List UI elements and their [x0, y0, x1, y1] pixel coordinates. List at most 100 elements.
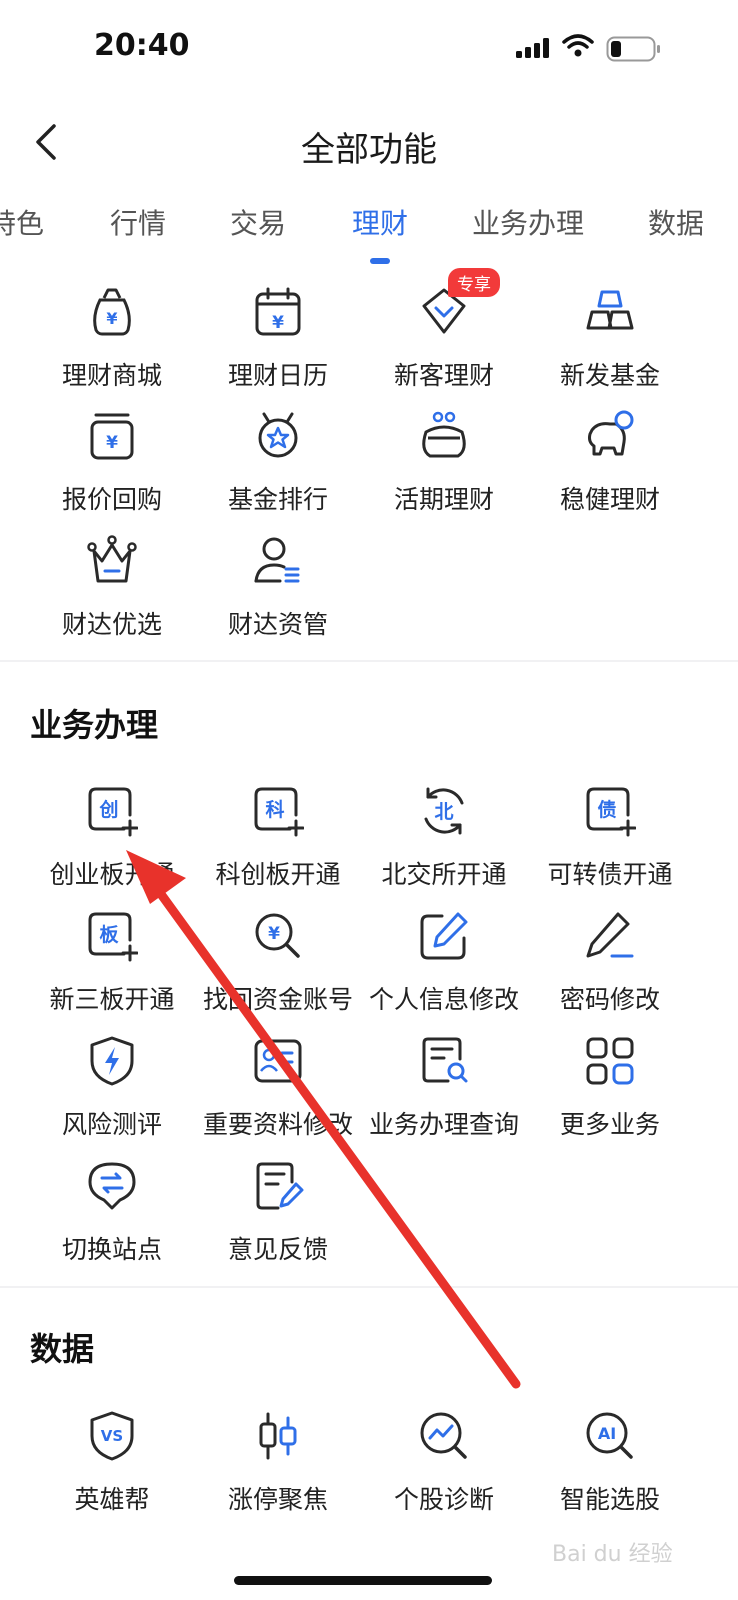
grid-item-limit-up-focus[interactable]: 涨停聚焦 [194, 1410, 362, 1528]
section-title-business: 业务办理 [30, 706, 159, 744]
grid-item-important-info-edit[interactable]: 重要资料修改 [194, 1035, 362, 1153]
home-indicator[interactable] [234, 1576, 492, 1585]
battery-icon [606, 36, 660, 62]
id-card-icon [254, 1039, 302, 1083]
grid-item-switch-site[interactable]: 切换站点 [28, 1160, 196, 1278]
edit-square-icon [420, 912, 468, 960]
grid-item-label: 切换站点 [61, 1235, 162, 1264]
icon-glyph: 科 [265, 798, 284, 821]
grid-item-label: 理财日历 [227, 361, 328, 390]
grid-item-label: 个股诊断 [393, 1485, 494, 1514]
tab-market[interactable]: 行情 [110, 202, 166, 242]
grid-item-label: 业务办理查询 [368, 1110, 519, 1139]
page-title: 全部功能 [301, 130, 437, 170]
grid-item-risk-assessment[interactable]: 风险测评 [28, 1035, 196, 1153]
grid-item-label: 北交所开通 [381, 860, 507, 889]
chart-magnifier-icon [420, 1412, 467, 1459]
section-divider [0, 1286, 738, 1288]
grid-item-star-market-open[interactable]: 科 科创板开通 [194, 785, 362, 903]
icon-glyph: 北 [434, 801, 453, 823]
svg-text:¥: ¥ [106, 309, 117, 328]
status-bar: 20:40 [0, 0, 738, 100]
grid-item-label: 稳健理财 [559, 485, 660, 514]
chuang-plus-icon: 创 [88, 787, 138, 837]
grid-item-convertible-bond-open[interactable]: 债 可转债开通 [526, 785, 694, 903]
tab-data[interactable]: 数据 [648, 202, 704, 242]
grid-item-new-client-wealth[interactable]: 新客理财 专享 [360, 268, 528, 404]
doc-edit-icon [256, 1162, 304, 1210]
grid-item-label: 重要资料修改 [202, 1110, 353, 1139]
purse-icon [422, 411, 466, 458]
grid-item-stable-wealth[interactable]: 稳健理财 [526, 410, 694, 528]
grid-item-recover-account[interactable]: ¥ 找回资金账号 [194, 910, 362, 1028]
grid-item-wealth-mall[interactable]: ¥ 理财商城 [28, 286, 196, 404]
grid-item-label: 基金排行 [227, 485, 328, 514]
active-tab-indicator [370, 258, 390, 264]
person-list-icon [254, 537, 300, 583]
grid-item-current-wealth[interactable]: 活期理财 [360, 410, 528, 528]
pencil-icon [586, 912, 634, 958]
icon-glyph: VS [101, 1427, 123, 1445]
grid-item-caida-select[interactable]: 财达优选 [28, 535, 196, 653]
grid-item-label: 报价回购 [61, 485, 162, 514]
money-bag-icon: ¥ [93, 288, 131, 336]
tray-yuan-icon: ¥ [90, 413, 134, 460]
tab-trade[interactable]: 交易 [230, 202, 286, 242]
grid-item-label: 理财商城 [61, 361, 162, 390]
grid-item-feedback[interactable]: 意见反馈 [194, 1160, 362, 1278]
tab-business[interactable]: 业务办理 [472, 202, 584, 242]
status-time: 20:40 [94, 28, 190, 63]
grid-item-label: 意见反馈 [227, 1235, 328, 1264]
icon-glyph: 板 [99, 923, 119, 946]
ke-plus-icon: 科 [254, 787, 304, 837]
tab-wealth[interactable]: 理财 [352, 202, 408, 242]
grid-item-fund-ranking[interactable]: 基金排行 [194, 410, 362, 528]
grid-item-label: 英雄帮 [74, 1485, 150, 1514]
grid-item-caida-asset-mgmt[interactable]: 财达资管 [194, 535, 362, 653]
piggy-bank-icon [588, 410, 634, 456]
grid-item-business-query[interactable]: 业务办理查询 [360, 1035, 528, 1153]
grid-item-heroes[interactable]: VS 英雄帮 [28, 1410, 196, 1528]
grid-item-repo[interactable]: ¥ 报价回购 [28, 410, 196, 528]
grid-item-stock-diagnosis[interactable]: 个股诊断 [360, 1410, 528, 1528]
grid-item-label: 找回资金账号 [202, 985, 353, 1014]
signal-icon [516, 38, 549, 58]
grid-item-label: 可转债开通 [547, 860, 673, 889]
grid-item-label: 风险测评 [61, 1110, 162, 1139]
grid-item-label: 更多业务 [559, 1110, 660, 1139]
grid-item-neeq-open[interactable]: 板 新三板开通 [28, 910, 196, 1028]
grid-item-personal-info-edit[interactable]: 个人信息修改 [360, 910, 528, 1028]
category-tabs: 特色 行情 交易 理财 业务办理 数据 [0, 196, 738, 276]
grid-item-wealth-calendar[interactable]: ¥ 理财日历 [194, 286, 362, 404]
grid-item-label: 涨停聚焦 [227, 1485, 328, 1514]
grid-item-label: 财达资管 [227, 610, 328, 639]
doc-search-icon [422, 1037, 468, 1083]
grid-item-label: 科创板开通 [215, 860, 341, 889]
tab-features[interactable]: 特色 [0, 202, 44, 242]
grid-item-new-fund[interactable]: 新发基金 [526, 286, 694, 404]
grid-item-bse-open[interactable]: 北 北交所开通 [360, 785, 528, 903]
search-yuan-icon: ¥ [255, 913, 300, 958]
grid-item-label: 智能选股 [559, 1485, 660, 1514]
grid-item-more-business[interactable]: 更多业务 [526, 1035, 694, 1153]
exclusive-badge: 专享 [448, 268, 500, 297]
grid-item-label: 财达优选 [61, 610, 162, 639]
zhai-plus-icon: 债 [586, 787, 636, 837]
switch-pin-icon [88, 1162, 136, 1210]
grid-item-label: 新客理财 [393, 361, 494, 390]
ban-plus-icon: 板 [88, 912, 138, 962]
vs-shield-icon: VS [90, 1411, 134, 1461]
candlestick-icon [259, 1412, 297, 1460]
grid-item-password-change[interactable]: 密码修改 [526, 910, 694, 1028]
icon-glyph: 债 [597, 798, 616, 821]
bei-cycle-icon: 北 [424, 787, 464, 835]
grid-item-chinext-open[interactable]: 创 创业板开通 [28, 785, 196, 903]
grid-item-label: 新三板开通 [49, 985, 175, 1014]
svg-text:¥: ¥ [268, 924, 280, 944]
grid-item-smart-stock-pick[interactable]: AI 智能选股 [526, 1410, 694, 1528]
section-divider [0, 660, 738, 662]
crown-icon [87, 535, 137, 583]
grid-item-label: 个人信息修改 [368, 985, 519, 1014]
grid-icon [586, 1037, 634, 1085]
icon-glyph: 创 [98, 798, 118, 821]
